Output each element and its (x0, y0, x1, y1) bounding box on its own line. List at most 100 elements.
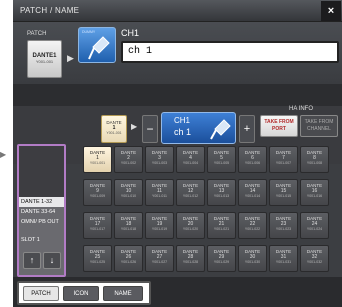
port-tile[interactable]: DANTE 22 Y001-022 (238, 212, 267, 239)
port-tile[interactable]: DANTE 6 Y001-006 (238, 146, 267, 173)
category-scroll: ↑ ↓ (19, 250, 64, 272)
port-tile-port: Y001-011 (152, 194, 167, 198)
port-tile[interactable]: DANTE 13 Y001-013 (207, 179, 236, 206)
port-tile[interactable]: DANTE 7 Y001-007 (269, 146, 298, 173)
channel-display-name: ch 1 (174, 127, 192, 137)
previous-channel-button[interactable]: − (142, 115, 158, 143)
port-tile-port: Y001-024 (306, 227, 323, 231)
category-item-dante-33-64[interactable]: DANTE 33-64 (19, 207, 64, 217)
patch-source-button[interactable]: DANTE1 Y001-001 (27, 40, 62, 78)
port-tile-port: Y001-023 (275, 227, 292, 231)
ha-info-title: HA INFO (288, 106, 313, 112)
port-tile[interactable]: DANTE 14 Y001-014 (238, 179, 267, 206)
port-tile[interactable]: DANTE 4 Y001-004 (176, 146, 205, 173)
port-tile[interactable]: DANTE 21 Y001-021 (207, 212, 236, 239)
port-tile[interactable]: DANTE 5 Y001-005 (207, 146, 236, 173)
triangle-right-icon: ▶ (67, 53, 74, 63)
category-item-omni-pb-out[interactable]: OMNI/ PB OUT (19, 217, 64, 235)
port-tile-port: Y001-027 (151, 260, 168, 264)
patch-source-port: Y001-001 (35, 59, 54, 64)
port-tile-port: Y001-001 (89, 161, 106, 165)
category-item-dante-1-32[interactable]: DANTE 1-32 (19, 197, 64, 207)
channel-display: CH1 ch 1 (161, 112, 236, 144)
port-tile[interactable]: DANTE 29 Y001-029 (207, 245, 236, 272)
scroll-down-button[interactable]: ↓ (43, 252, 61, 269)
close-button[interactable]: × (321, 1, 341, 21)
port-grid: DANTE 1 Y001-001 DANTE 2 Y001-002 DANTE 3 Y001-0… (83, 146, 331, 298)
patch-label: PATCH (27, 31, 47, 37)
port-tile-port: Y001-007 (275, 161, 292, 165)
separator-band (13, 84, 342, 106)
category-item-slot-1[interactable]: SLOT 1 (19, 235, 64, 245)
take-from-port-button[interactable]: TAKE FROM PORT (260, 115, 298, 137)
window-title: PATCH / NAME (20, 6, 80, 15)
port-tile-port: Y001-028 (182, 260, 199, 264)
port-tile-port: Y001-012 (182, 194, 199, 198)
port-tile[interactable]: DANTE 17 Y001-017 (83, 212, 112, 239)
tab-bar: PATCH ICON NAME (17, 281, 151, 305)
triangle-right-icon: ▶ (131, 122, 138, 131)
port-tile[interactable]: DANTE 16 Y001-016 (300, 179, 329, 206)
take-from-channel-button[interactable]: TAKE FROM CHANNEL (300, 115, 338, 137)
tab-icon[interactable]: ICON (63, 286, 99, 301)
tab-patch[interactable]: PATCH (23, 286, 59, 301)
current-patch-tile[interactable]: DANTE 1 Y001-001 (101, 115, 127, 143)
channel-icon-button[interactable]: DUMMY (78, 27, 116, 63)
channel-header: PATCH DANTE1 Y001-001 ▶ DUMMY CH1 ch 1 (13, 22, 342, 84)
port-tile[interactable]: DANTE 1 Y001-001 (83, 146, 112, 173)
icon-label: DUMMY (82, 30, 96, 34)
port-tile-port: Y001-029 (213, 260, 230, 264)
port-tile-port: Y001-009 (89, 194, 106, 198)
port-category-list: DANTE 1-32 DANTE 33-64 OMNI/ PB OUT SLOT… (17, 144, 66, 277)
port-tile[interactable]: DANTE 23 Y001-023 (269, 212, 298, 239)
port-tile[interactable]: DANTE 3 Y001-003 (145, 146, 174, 173)
port-tile[interactable]: DANTE 2 Y001-002 (114, 146, 143, 173)
callout-arrow-icon: ▶ (0, 150, 7, 159)
channel-label: CH1 (121, 28, 140, 38)
port-tile[interactable]: DANTE 24 Y001-024 (300, 212, 329, 239)
port-tile-port: Y001-019 (151, 227, 168, 231)
microphone-icon (210, 119, 231, 140)
port-tile-port: Y001-002 (120, 161, 137, 165)
port-tile-port: Y001-015 (275, 194, 292, 198)
port-tile[interactable]: DANTE 10 Y001-010 (114, 179, 143, 206)
port-tile[interactable]: DANTE 27 Y001-027 (145, 245, 174, 272)
port-tile[interactable]: DANTE 19 Y001-019 (145, 212, 174, 239)
port-tile-port: Y001-020 (182, 227, 199, 231)
port-tile-port: Y001-030 (244, 260, 261, 264)
port-tile[interactable]: DANTE 28 Y001-028 (176, 245, 205, 272)
port-tile-port: Y001-025 (89, 260, 106, 264)
port-tile[interactable]: DANTE 11 Y001-011 (145, 179, 174, 206)
port-tile[interactable]: DANTE 31 Y001-031 (269, 245, 298, 272)
port-tile[interactable]: DANTE 12 Y001-012 (176, 179, 205, 206)
port-tile-port: Y001-004 (182, 161, 199, 165)
scroll-up-button[interactable]: ↑ (23, 252, 41, 269)
port-tile-port: Y001-013 (213, 194, 230, 198)
port-tile[interactable]: DANTE 18 Y001-018 (114, 212, 143, 239)
title-bar: PATCH / NAME × (13, 0, 342, 22)
next-channel-button[interactable]: + (239, 115, 255, 143)
port-tile[interactable]: DANTE 26 Y001-026 (114, 245, 143, 272)
category-items: DANTE 1-32 DANTE 33-64 OMNI/ PB OUT SLOT… (19, 197, 64, 245)
port-tile-port: Y001-008 (306, 161, 323, 165)
port-tile[interactable]: DANTE 15 Y001-015 (269, 179, 298, 206)
port-tile[interactable]: DANTE 20 Y001-020 (176, 212, 205, 239)
current-patch-port: Y001-001 (106, 131, 122, 135)
category-list-empty-area (19, 146, 64, 197)
port-tile[interactable]: DANTE 25 Y001-025 (83, 245, 112, 272)
microphone-icon (88, 36, 110, 60)
port-tile[interactable]: DANTE 8 Y001-008 (300, 146, 329, 173)
port-tile-port: Y001-032 (306, 260, 323, 264)
port-tile-port: Y001-021 (213, 227, 230, 231)
port-tile-port: Y001-005 (213, 161, 230, 165)
channel-name-field[interactable]: ch 1 (121, 41, 339, 63)
port-tile-port: Y001-016 (306, 194, 323, 198)
port-tile-port: Y001-014 (244, 194, 261, 198)
port-tile-port: Y001-026 (120, 260, 137, 264)
port-tile[interactable]: DANTE 30 Y001-030 (238, 245, 267, 272)
port-tile-port: Y001-003 (151, 161, 168, 165)
port-tile[interactable]: DANTE 9 Y001-009 (83, 179, 112, 206)
port-tile[interactable]: DANTE 32 Y001-032 (300, 245, 329, 272)
port-tile-port: Y001-018 (120, 227, 137, 231)
tab-name[interactable]: NAME (103, 286, 143, 301)
